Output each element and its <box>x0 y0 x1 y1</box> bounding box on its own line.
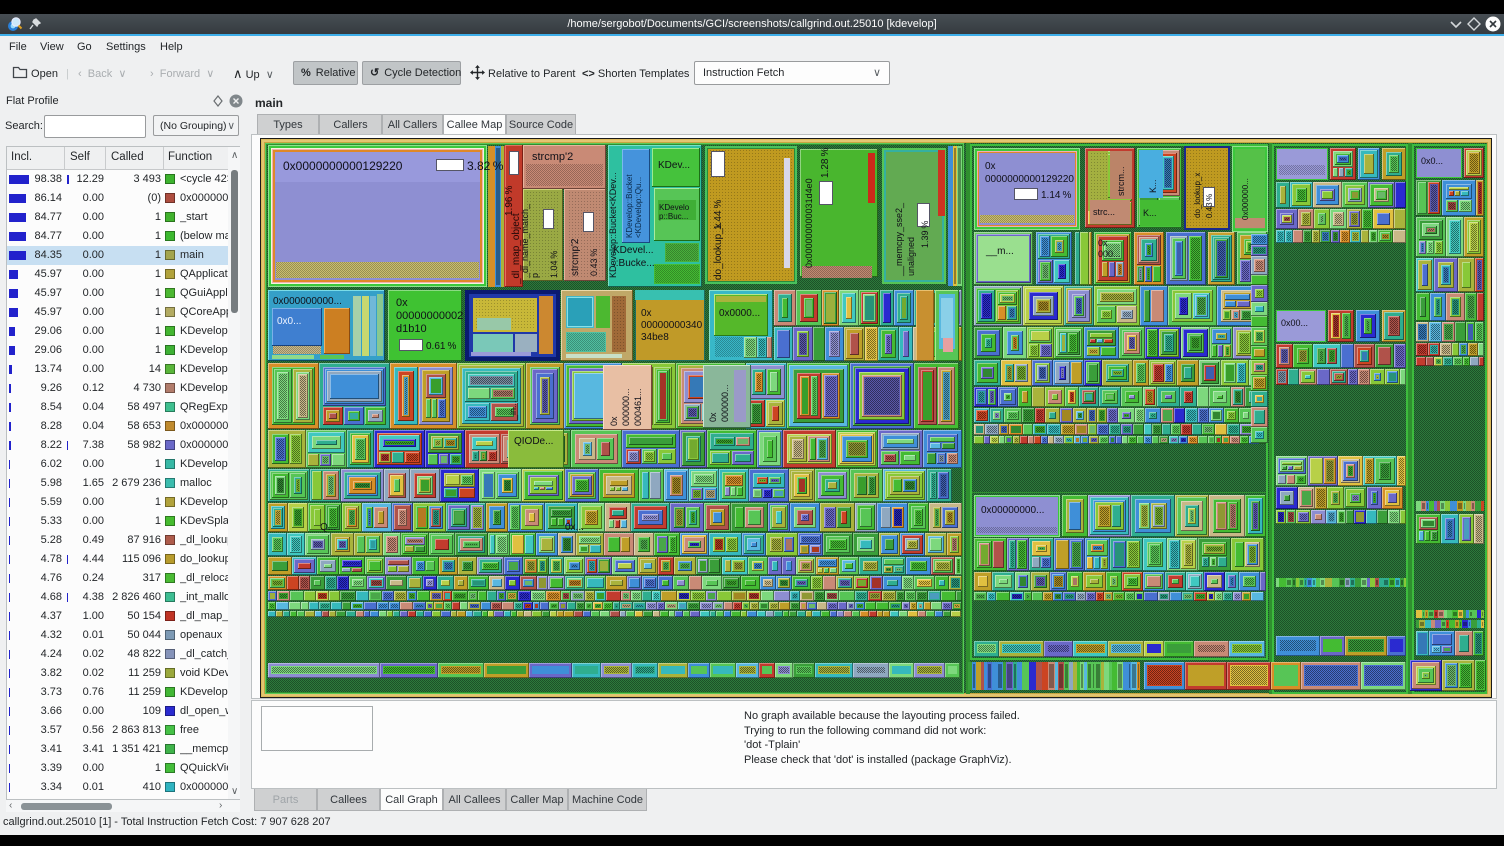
svg-text:0x: 0x <box>985 161 996 172</box>
svg-text:0x000000...: 0x000000... <box>1241 178 1250 220</box>
svg-text:KDevel...: KDevel... <box>613 245 654 256</box>
svg-text:K...: K... <box>1148 179 1158 193</box>
svg-text:34be8: 34be8 <box>641 332 669 343</box>
svg-text:0000000000129220: 0000000000129220 <box>985 174 1074 185</box>
svg-text:1.28 %: 1.28 % <box>820 148 831 178</box>
svg-text:unaligned: unaligned <box>906 237 916 276</box>
svg-text:__m...: __m... <box>985 246 1014 257</box>
svg-text:0x: 0x <box>1098 238 1108 248</box>
svg-text:000000...: 000000... <box>720 384 730 422</box>
svg-text:0x: 0x <box>396 297 408 309</box>
svg-text:000461...: 000461... <box>633 388 643 426</box>
svg-text:do_lookup_x: do_lookup_x <box>1193 173 1202 218</box>
svg-text:0x...: 0x... <box>565 522 584 533</box>
svg-text:00000000340: 00000000340 <box>641 320 703 331</box>
svg-text:_dl_name_match_: _dl_name_match_ <box>520 203 530 279</box>
svg-text:p::Buc...: p::Buc... <box>659 212 688 221</box>
svg-text:1.96 %: 1.96 % <box>504 186 515 216</box>
svg-text:QIODe...: QIODe... <box>514 436 553 447</box>
svg-text:000...: 000... <box>1098 249 1121 259</box>
svg-text:strcm...: strcm... <box>1116 167 1126 197</box>
svg-text:KDev...: KDev... <box>658 160 690 171</box>
svg-text:1.14 %: 1.14 % <box>1041 190 1071 201</box>
svg-text:KDevelop::Bucket: KDevelop::Bucket <box>625 174 634 238</box>
svg-text:0x0000...: 0x0000... <box>719 308 760 319</box>
svg-text:3.82 %: 3.82 % <box>467 159 504 173</box>
svg-text:_in...: _in... <box>508 400 518 421</box>
svg-text:0x: 0x <box>708 412 718 422</box>
svg-text:0x0...: 0x0... <box>277 316 301 327</box>
svg-text:p: p <box>530 273 540 278</box>
svg-text:d1b10: d1b10 <box>396 323 427 335</box>
svg-text:1.04 %: 1.04 % <box>549 251 559 278</box>
svg-text:__memcpy_sse2_: __memcpy_sse2_ <box>894 202 904 277</box>
svg-text:0x000000000...: 0x000000000... <box>273 296 342 307</box>
svg-text:000000...: 000000... <box>621 388 631 426</box>
svg-text:0x00...: 0x00... <box>1281 318 1308 328</box>
svg-text:do_lookup_x: do_lookup_x <box>713 223 724 280</box>
svg-text:0x: 0x <box>641 308 652 319</box>
svg-text:strc...: strc... <box>1093 207 1115 217</box>
svg-text:K...: K... <box>1143 208 1157 218</box>
svg-text:0.43 %: 0.43 % <box>1205 194 1214 218</box>
svg-text:<KDevelop::Qu...: <KDevelop::Qu... <box>634 177 643 238</box>
svg-text:1.39 %: 1.39 % <box>920 221 930 248</box>
svg-text:::Bucke...: ::Bucke... <box>613 258 655 269</box>
svg-text:0x: 0x <box>609 416 619 426</box>
svg-text:0.61 %: 0.61 % <box>426 341 456 352</box>
svg-text:0.43 %: 0.43 % <box>589 249 599 276</box>
svg-text:0x0...: 0x0... <box>1421 156 1443 166</box>
svg-text:0x00000000...: 0x00000000... <box>981 505 1044 516</box>
svg-text:0x0000000000129220: 0x0000000000129220 <box>283 159 403 173</box>
svg-text:strcmp'2: strcmp'2 <box>532 151 573 163</box>
svg-text:strcmp'2: strcmp'2 <box>570 238 581 276</box>
svg-text:00000000002: 00000000002 <box>396 310 463 322</box>
svg-text:Q...: Q... <box>320 522 336 533</box>
svg-text:KDevelo: KDevelo <box>659 203 690 212</box>
svg-text:0x000000000031d4e0: 0x000000000031d4e0 <box>804 178 814 268</box>
